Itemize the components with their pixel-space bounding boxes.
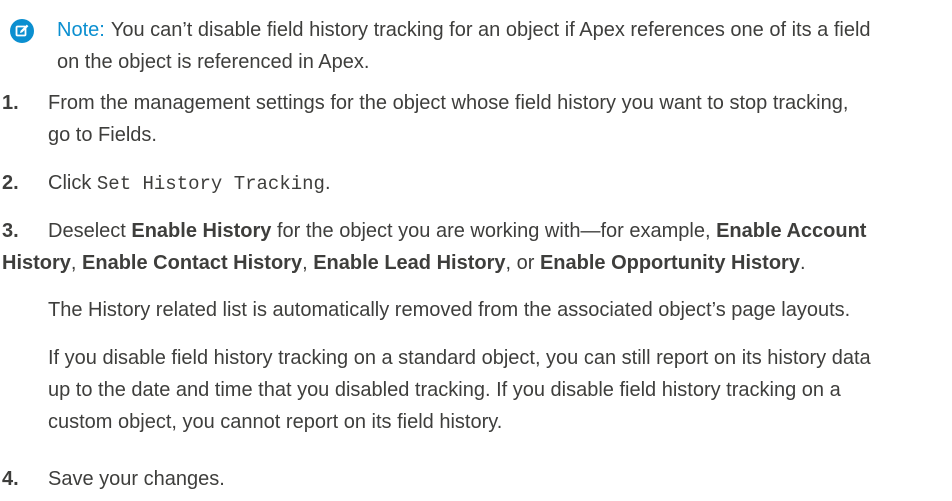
- step-2: 2. Click Set History Tracking.: [0, 167, 952, 200]
- note-callout: Note: You can’t disable field history tra…: [10, 14, 948, 78]
- enable-account-history-term-cont: History: [2, 252, 71, 274]
- note-text-1: You can’t disable field history tracking…: [110, 19, 871, 41]
- history-list-removed-paragraph: The History related list is automaticall…: [48, 299, 851, 321]
- step-4-text: Save your changes.: [48, 468, 225, 490]
- enable-contact-history-term: Enable Contact History: [82, 252, 303, 274]
- enable-lead-history-term: Enable Lead History: [313, 252, 506, 274]
- step-number: 4.: [2, 468, 19, 490]
- disable-tracking-paragraph-line-1: If you disable field history tracking on…: [48, 347, 871, 369]
- text-segment: ,: [302, 252, 314, 274]
- step-number: 1.: [2, 92, 19, 114]
- disable-tracking-paragraph-line-3: custom object, you cannot report on its …: [48, 411, 503, 433]
- step-2-prefix: Click: [48, 172, 97, 194]
- edit-note-icon: [10, 19, 34, 43]
- step-number: 2.: [2, 172, 19, 194]
- step-2-suffix: .: [324, 172, 331, 194]
- set-history-tracking-code: Set History Tracking: [96, 173, 325, 195]
- text-segment: Deselect: [48, 220, 132, 242]
- step-3: 3. Deselect Enable History for the objec…: [0, 215, 952, 279]
- text-segment: for the object you are working with—for …: [271, 220, 717, 242]
- disable-tracking-paragraph-line-2: up to the date and time that you disable…: [48, 379, 841, 401]
- step-3-line-1: Deselect Enable History for the object y…: [48, 215, 952, 247]
- enable-account-history-term: Enable Account: [716, 220, 867, 242]
- step-number: 3.: [2, 220, 19, 242]
- step-1-line-2: go to Fields.: [48, 124, 157, 146]
- step-3-line-2: History, Enable Contact History, Enable …: [2, 247, 952, 279]
- note-label: Note:: [57, 19, 105, 41]
- document-page: Note: You can’t disable field history tra…: [0, 0, 952, 501]
- step-2-text: Click Set History Tracking.: [48, 167, 952, 200]
- step-4: 4. Save your changes.: [0, 463, 952, 495]
- text-segment: ,: [70, 252, 83, 274]
- text-segment: .: [799, 252, 806, 274]
- step-1: 1. From the management settings for the …: [0, 87, 952, 151]
- note-line-2: on the object is referenced in Apex.: [57, 51, 370, 73]
- step-1-line-1: From the management settings for the obj…: [48, 92, 849, 114]
- enable-history-term: Enable History: [131, 220, 272, 242]
- enable-opportunity-history-term: Enable Opportunity History: [539, 252, 800, 274]
- text-segment: , or: [505, 252, 540, 274]
- note-line-1: Note: You can’t disable field history tra…: [57, 14, 948, 46]
